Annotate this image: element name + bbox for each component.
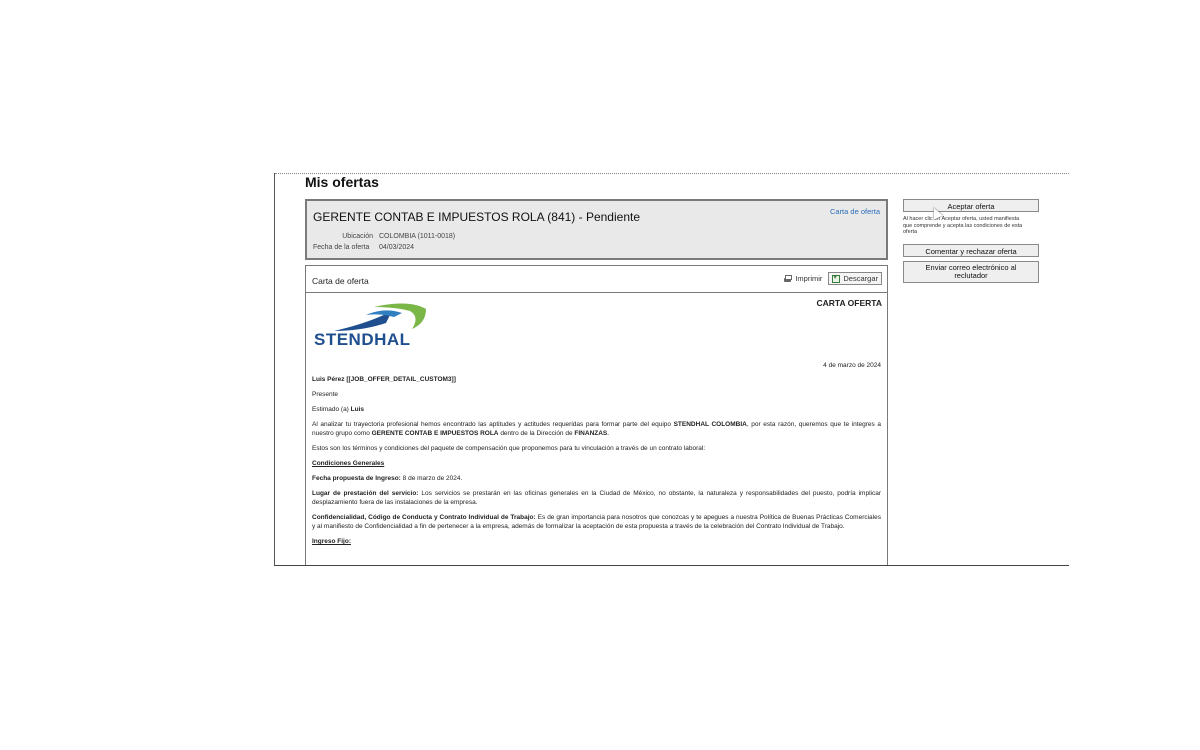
offer-date-value: 04/03/2024 bbox=[379, 244, 415, 251]
greeting-name: Luis bbox=[350, 406, 365, 413]
logo-text: STENDHAL bbox=[314, 330, 411, 349]
intro-company: STENDHAL COLOMBIA bbox=[673, 421, 747, 428]
location-value: COLOMBIA (1011-0018) bbox=[379, 233, 456, 240]
intro-department: FINANZAS bbox=[574, 430, 608, 437]
conditions-title: Condiciones Generales bbox=[312, 460, 385, 467]
letter-panel-header: Carta de oferta Imprimir Descargar bbox=[306, 266, 887, 293]
letter-terms: Estos son los términos y condiciones del… bbox=[312, 445, 706, 452]
download-button[interactable]: Descargar bbox=[828, 272, 882, 285]
workplace-label: Lugar de prestación del servicio: bbox=[312, 490, 419, 497]
intro-position: GERENTE CONTAB E IMPUESTOS ROLA bbox=[371, 430, 499, 437]
accept-note: Al hacer clic en Aceptar oferta, usted m… bbox=[903, 216, 1023, 235]
start-date-value: 8 de marzo de 2024. bbox=[400, 475, 463, 482]
offer-letter-link[interactable]: Carta de oferta bbox=[830, 207, 880, 216]
letter-date: 4 de marzo de 2024 bbox=[823, 362, 881, 369]
income-title: Ingreso Fijo: bbox=[312, 538, 351, 545]
intro-part-1: Al analizar tu trayectoria profesional h… bbox=[312, 421, 674, 428]
letter-panel-title: Carta de oferta bbox=[312, 276, 369, 286]
frame-top-border bbox=[275, 173, 1069, 174]
confidentiality-label: Confidencialidad, Código de Conducta y C… bbox=[312, 514, 536, 521]
page-title: Mis ofertas bbox=[305, 174, 379, 190]
letter-heading: CARTA OFERTA bbox=[816, 298, 882, 308]
print-button[interactable]: Imprimir bbox=[783, 274, 822, 283]
location-label: Ubicación bbox=[342, 233, 373, 240]
comment-reject-button[interactable]: Comentar y rechazar oferta bbox=[903, 243, 1039, 257]
intro-part-3: dentro de la Dirección de bbox=[498, 430, 575, 437]
print-label: Imprimir bbox=[795, 274, 823, 283]
intro-part-4: . bbox=[607, 430, 610, 437]
download-icon bbox=[832, 273, 841, 283]
letter-recipient: Luis Pérez [[JOB_OFFER_DETAIL_CUSTOM3]] bbox=[312, 376, 456, 383]
offer-location-row: Ubicación COLOMBIA (1011-0018) bbox=[313, 233, 455, 240]
offer-date-row: Fecha de la oferta 04/03/2024 bbox=[313, 244, 414, 251]
workplace-paragraph: Lugar de prestación del servicio: Los se… bbox=[312, 489, 881, 507]
email-recruiter-button[interactable]: Enviar correo electrónico al reclutador bbox=[903, 260, 1039, 283]
start-date-label: Fecha propuesta de Ingreso: bbox=[312, 475, 401, 482]
letter-presente: Presente bbox=[312, 391, 339, 398]
stendhal-logo: STENDHAL bbox=[314, 301, 434, 355]
start-date-line: Fecha propuesta de Ingreso: 8 de marzo d… bbox=[312, 474, 881, 483]
letter-intro: Al analizar tu trayectoria profesional h… bbox=[312, 420, 881, 438]
offers-frame: Mis ofertas GERENTE CONTAB E IMPUESTOS R… bbox=[274, 173, 1069, 566]
offer-letter-panel: Carta de oferta Imprimir Descargar CARTA… bbox=[305, 265, 888, 565]
offer-date-label: Fecha de la oferta bbox=[313, 244, 370, 251]
offer-summary-panel: GERENTE CONTAB E IMPUESTOS ROLA (841) - … bbox=[305, 199, 888, 260]
download-label: Descargar bbox=[843, 274, 878, 283]
printer-icon bbox=[783, 274, 793, 283]
letter-actions: Imprimir Descargar bbox=[783, 272, 882, 285]
greeting-prefix: Estimado (a) bbox=[312, 406, 351, 413]
offer-title: GERENTE CONTAB E IMPUESTOS ROLA (841) - … bbox=[313, 210, 640, 224]
accept-offer-button[interactable]: Aceptar oferta bbox=[903, 199, 1039, 212]
letter-greeting: Estimado (a) Luis bbox=[312, 405, 881, 414]
offer-actions-sidebar: Aceptar oferta Al hacer clic en Aceptar … bbox=[903, 199, 1039, 283]
letter-content: Luis Pérez [[JOB_OFFER_DETAIL_CUSTOM3]] … bbox=[312, 375, 881, 552]
confidentiality-paragraph: Confidencialidad, Código de Conducta y C… bbox=[312, 513, 881, 531]
